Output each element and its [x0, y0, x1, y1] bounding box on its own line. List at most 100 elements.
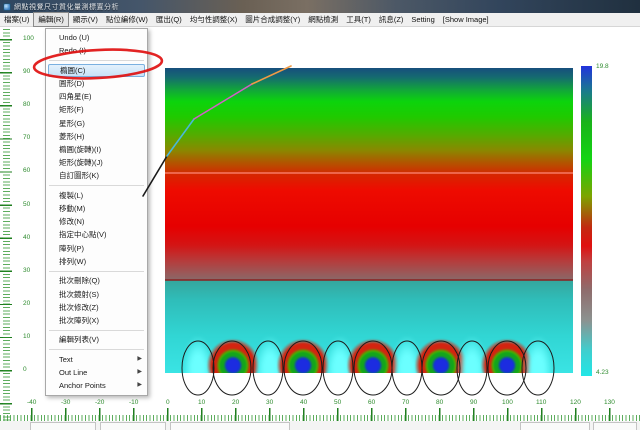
colorbar-max-label: 19.8 — [596, 63, 609, 71]
ruler-label: 100 — [23, 35, 34, 43]
menu-item-rectangle-rotated[interactable]: 矩形(旋轉)(J) — [46, 156, 147, 169]
menu-item-array[interactable]: 陣列(P) — [46, 242, 147, 255]
status-cell — [30, 422, 96, 430]
menubar-item-view[interactable]: 顯示(V) — [69, 13, 102, 26]
color-scale-bar — [581, 66, 592, 376]
ruler-label: 130 — [604, 399, 615, 407]
ruler-label: 0 — [166, 399, 170, 407]
rainbow-dot-blob — [415, 339, 467, 373]
cyan-dot-blob — [325, 336, 355, 373]
menu-item-star[interactable]: 星形(G) — [46, 117, 147, 130]
menu-item-ellipse-rotated[interactable]: 橢圓(旋轉)(I) — [46, 143, 147, 156]
ruler-label: -10 — [129, 399, 138, 407]
ruler-label: 90 — [23, 68, 30, 76]
ruler-label: -40 — [27, 399, 36, 407]
status-cell — [170, 422, 290, 430]
menu-item-undo[interactable]: Undo (U) — [46, 31, 147, 44]
edit-dropdown-menu: Undo (U) Redo (I) 橢圓(C) 圓形(D) 四角星(E) 矩形(… — [45, 28, 148, 396]
menubar-item-uniformity-adjust[interactable]: 均勻性調整(X) — [186, 13, 242, 26]
ruler-label: 40 — [300, 399, 307, 407]
menu-item-anchor-points[interactable]: Anchor Points ▶ — [46, 379, 147, 392]
menu-item-arrange[interactable]: 排列(W) — [46, 255, 147, 268]
menu-item-circle[interactable]: 圓形(D) — [46, 77, 147, 90]
ruler-label: 20 — [23, 300, 30, 308]
vertical-ruler — [0, 28, 22, 421]
menubar-item-image-compose-adjust[interactable]: 圖片合成調整(Y) — [241, 13, 304, 26]
cyan-dot-blob — [392, 336, 422, 373]
menu-item-edit-list[interactable]: 編輯列表(V) — [46, 333, 147, 346]
menu-item-label: Out Line — [59, 368, 87, 377]
menu-bar: 檔案(U) 編輯(R) 顯示(V) 點位編修(W) 匯出(Q) 均勻性調整(X)… — [0, 13, 640, 27]
menu-item-copy[interactable]: 複製(L) — [46, 189, 147, 202]
menu-item-ellipse[interactable]: 橢圓(C) — [48, 64, 145, 77]
menubar-item-show-image[interactable]: [Show Image] — [439, 14, 493, 25]
menubar-item-edit[interactable]: 編輯(R) — [33, 12, 68, 27]
menu-item-redo[interactable]: Redo (I) — [46, 44, 147, 57]
ruler-label: 20 — [232, 399, 239, 407]
menu-item-label: Text — [59, 355, 73, 364]
cyan-dot-blob — [255, 336, 285, 373]
title-bar: 網點視覺尺寸質化量測標置分析 — [0, 0, 640, 13]
cyan-dot-blob — [183, 336, 213, 373]
menu-separator — [49, 271, 144, 272]
menubar-item-info[interactable]: 訊息(Z) — [375, 13, 408, 26]
menubar-item-point-edit[interactable]: 點位編修(W) — [102, 13, 152, 26]
menubar-item-dot-inspection[interactable]: 網點檢測 — [304, 13, 342, 26]
menu-item-diamond[interactable]: 菱形(H) — [46, 130, 147, 143]
menu-item-custom-shape[interactable]: 自訂圖形(K) — [46, 169, 147, 182]
cyan-dot-blob — [457, 336, 487, 373]
status-cell — [520, 422, 590, 430]
ruler-label: 30 — [266, 399, 273, 407]
submenu-arrow-icon: ▶ — [137, 366, 142, 379]
menu-item-set-center-point[interactable]: 指定中心點(V) — [46, 228, 147, 241]
menu-separator — [49, 60, 144, 61]
menu-separator — [49, 185, 144, 186]
menu-item-batch-mirror[interactable]: 批次鏡射(S) — [46, 288, 147, 301]
ruler-label: 50 — [23, 201, 30, 209]
rainbow-dot-blob — [207, 339, 259, 373]
menu-item-batch-array[interactable]: 批次陣列(X) — [46, 314, 147, 327]
ruler-label: 60 — [23, 167, 30, 175]
window-title: 網點視覺尺寸質化量測標置分析 — [14, 2, 119, 12]
ruler-label: 0 — [23, 366, 27, 374]
status-bar — [0, 421, 640, 430]
thermal-image-canvas[interactable] — [165, 68, 573, 373]
status-cell — [100, 422, 166, 430]
menu-item-rectangle[interactable]: 矩形(F) — [46, 103, 147, 116]
horizontal-ruler — [0, 408, 640, 421]
menu-separator — [49, 349, 144, 350]
ruler-label: 10 — [23, 333, 30, 341]
ruler-label: 110 — [536, 399, 546, 407]
menubar-item-setting[interactable]: Setting — [407, 14, 438, 25]
ruler-label: 70 — [23, 134, 30, 142]
rainbow-dot-blob — [481, 339, 533, 373]
menu-item-move[interactable]: 移動(M) — [46, 202, 147, 215]
ruler-label: 30 — [23, 267, 30, 275]
menu-item-four-corner-star[interactable]: 四角星(E) — [46, 90, 147, 103]
ruler-label: 80 — [436, 399, 443, 407]
menu-item-modify[interactable]: 修改(N) — [46, 215, 147, 228]
menu-item-batch-delete[interactable]: 批次刪除(Q) — [46, 274, 147, 287]
submenu-arrow-icon: ▶ — [137, 379, 142, 392]
ruler-label: 70 — [402, 399, 409, 407]
menu-item-text[interactable]: Text ▶ — [46, 353, 147, 366]
colorbar-min-label: 4.23 — [596, 369, 609, 377]
menu-separator — [49, 330, 144, 331]
ruler-label: 40 — [23, 234, 30, 242]
menu-item-batch-modify[interactable]: 批次修改(Z) — [46, 301, 147, 314]
menubar-item-export[interactable]: 匯出(Q) — [152, 13, 186, 26]
ruler-label: 100 — [502, 399, 513, 407]
menubar-item-file[interactable]: 檔案(U) — [0, 13, 33, 26]
menubar-item-tools[interactable]: 工具(T) — [342, 13, 375, 26]
menu-item-outline[interactable]: Out Line ▶ — [46, 366, 147, 379]
menu-item-label: Anchor Points — [59, 381, 106, 390]
ruler-label: 10 — [198, 399, 205, 407]
ruler-label: 50 — [334, 399, 341, 407]
ruler-label: -30 — [61, 399, 70, 407]
submenu-arrow-icon: ▶ — [137, 353, 142, 366]
cyan-dot-blob — [523, 336, 553, 373]
ruler-label: 90 — [470, 399, 477, 407]
rainbow-dot-blob — [277, 339, 329, 373]
ruler-label: 120 — [570, 399, 581, 407]
rainbow-dot-blob — [347, 339, 399, 373]
